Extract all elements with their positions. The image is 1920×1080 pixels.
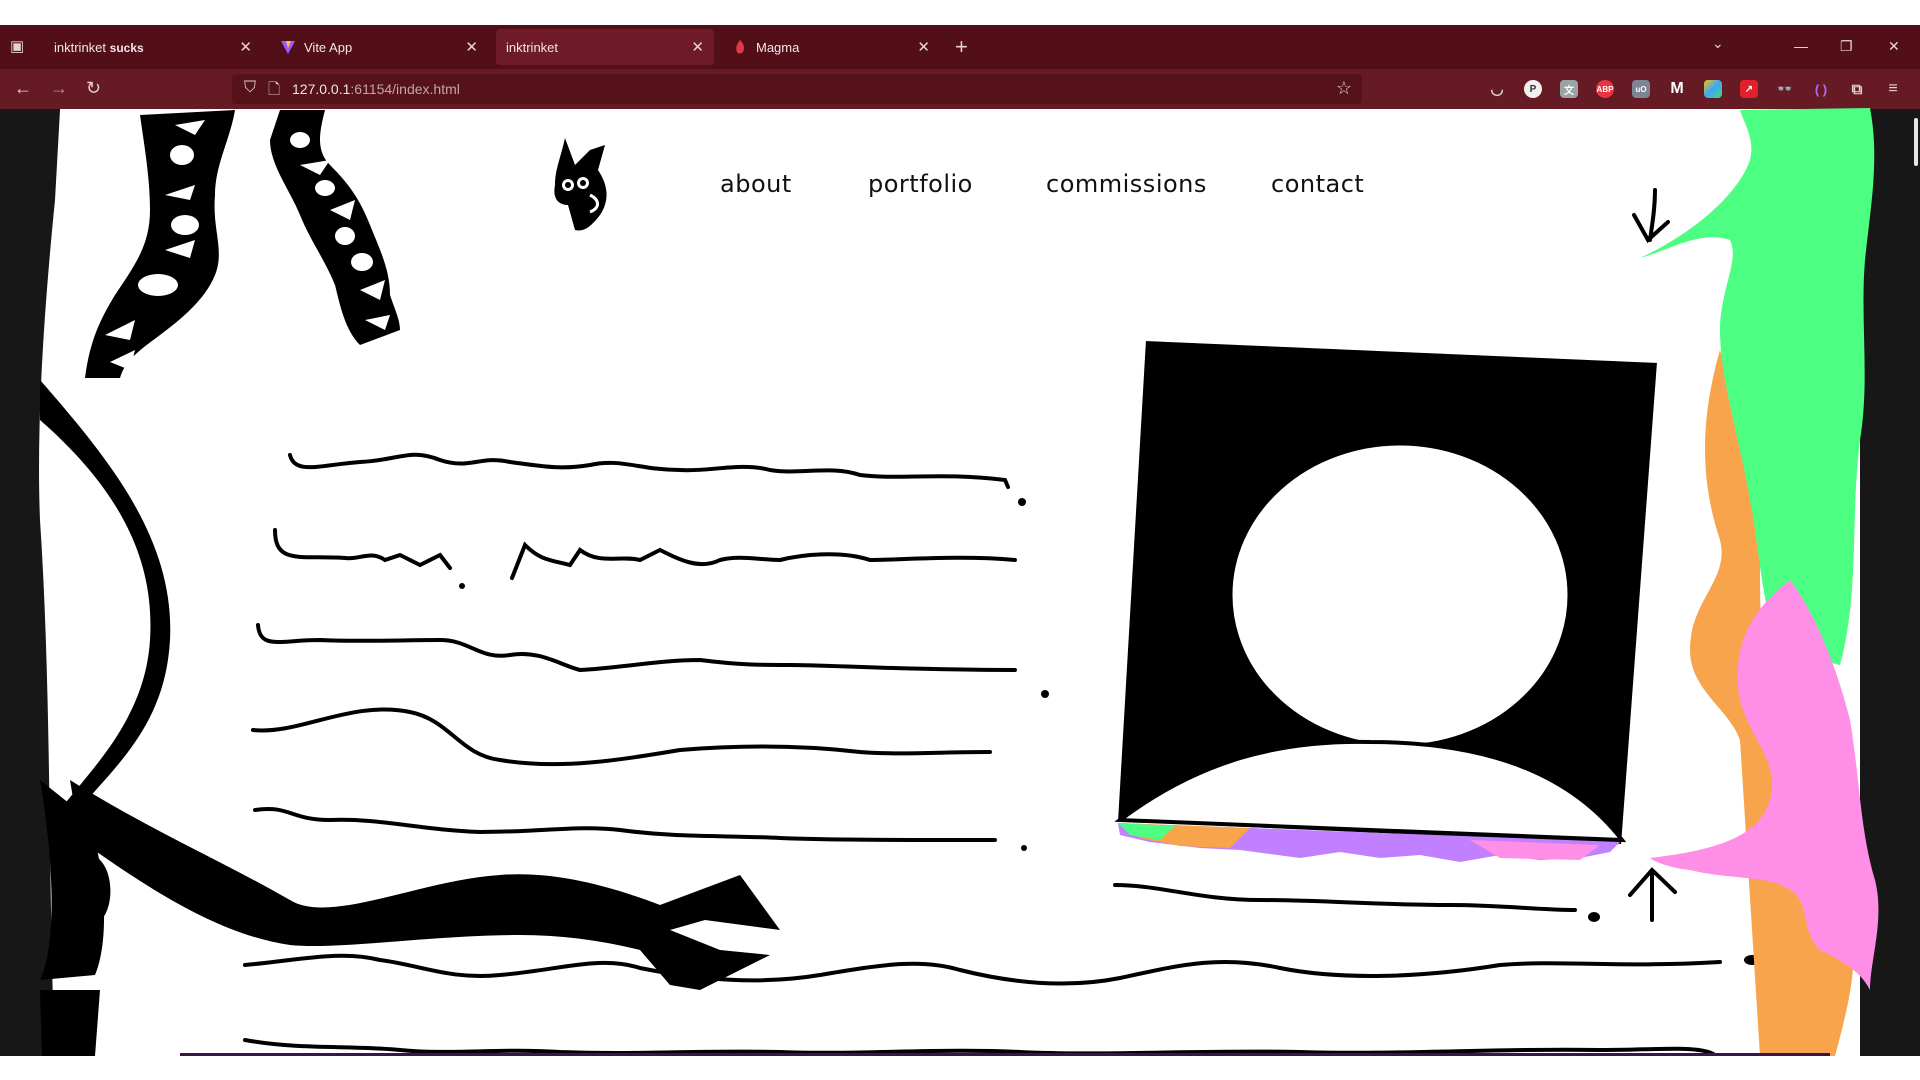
screen-bottom-margin [0,1056,1920,1080]
moon-box [1114,338,1660,862]
nav-commissions-link[interactable]: commissions [1046,170,1207,198]
nav-contact-link[interactable]: contact [1271,170,1364,198]
vine-bottom [40,990,100,1056]
nav-about-link[interactable]: about [720,170,792,198]
hand-drawn-artwork [39,108,1879,1057]
nav-portfolio-link[interactable]: portfolio [868,170,973,198]
